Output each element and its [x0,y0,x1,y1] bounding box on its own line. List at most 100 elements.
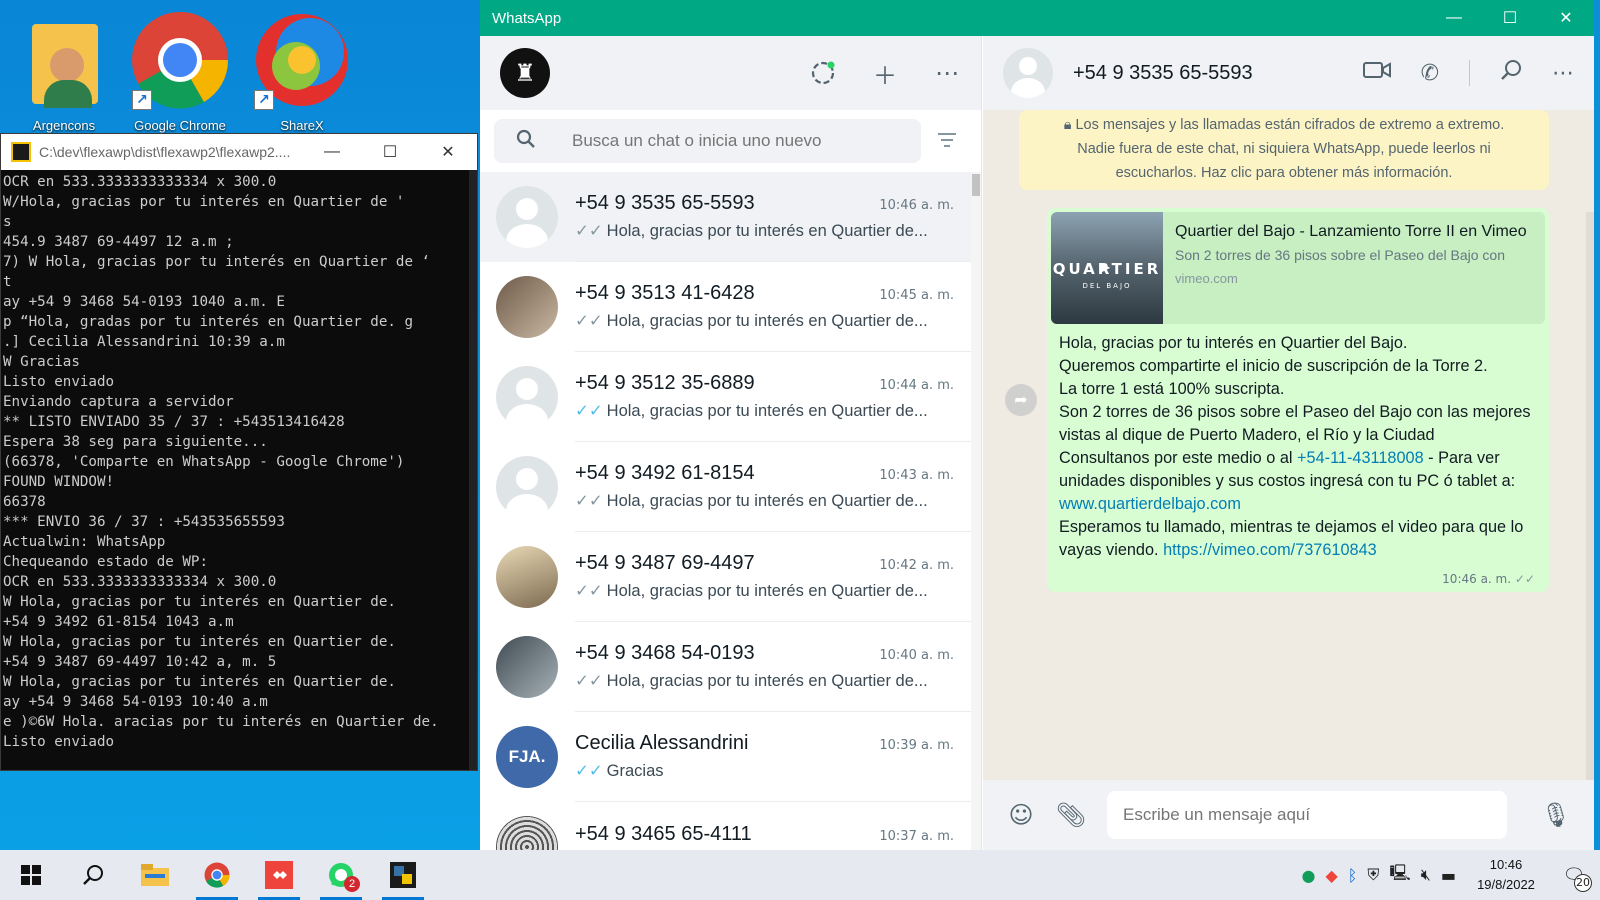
chat-preview: ✓✓ Hola, gracias por tu interés en Quarti… [575,402,928,420]
console-line: OCR en 533.3333333333334 x 300.0 [3,174,277,190]
chat-avatar[interactable] [496,366,558,428]
menu-icon[interactable]: ⋯ [933,59,961,87]
conversation-scrollbar[interactable] [1586,212,1594,822]
console-titlebar[interactable]: C:\dev\flexawp\dist\flexawp2\flexawp2...… [1,134,477,170]
python-console-icon[interactable] [372,850,434,900]
chat-list-item[interactable]: FJA. Cecilia Alessandrini 10:39 a. m. ✓✓ Gra… [480,712,972,802]
double-check-icon: ✓✓ [575,402,603,420]
start-button[interactable] [0,850,62,900]
chat-list-item[interactable]: +54 9 3512 35-6889 10:44 a. m. ✓✓ Hola, gra… [480,352,972,442]
desktop-icon-argencons[interactable]: Argencons [8,6,120,133]
phone-link[interactable]: +54-11-43118008 [1297,449,1424,467]
chat-list-pane: ♜ ＋ ⋯ +54 9 3535 65-559310:46 a. m.✓✓Ho [480,36,982,850]
minimize-button[interactable]: — [303,143,361,161]
conversation-pane: +54 9 3535 65-5593 ✆ ⋯ 🔒︎ Los mensajes y… [983,36,1594,850]
search-box[interactable] [494,119,921,163]
video-call-icon[interactable] [1362,60,1391,86]
lock-icon: 🔒︎ [1063,117,1076,133]
chrome-icon[interactable] [186,850,248,900]
outgoing-message[interactable]: QUARTIER DEL BAJO ▶ Quartier del Bajo - … [1047,208,1549,592]
anydesk-tray-icon[interactable]: ◆ [1325,866,1337,885]
new-chat-icon[interactable]: ＋ [871,59,899,90]
video-link[interactable]: https://vimeo.com/737610843 [1163,541,1377,559]
chat-list-item[interactable]: +54 9 3513 41-6428 10:45 a. m. ✓✓ Hola, gra… [480,262,972,352]
console-line: 7) W Hola, gracias por tu interés en Qua… [3,254,431,270]
maximize-button[interactable]: ☐ [1482,8,1538,28]
chat-list-item[interactable]: +54 9 3487 69-4497 10:42 a. m. ✓✓ Hola, gra… [480,532,972,622]
volume-muted-icon[interactable]: 🔇︎ [1421,865,1431,885]
link-preview[interactable]: QUARTIER DEL BAJO ▶ Quartier del Bajo - … [1051,212,1545,324]
close-button[interactable]: ✕ [1538,8,1594,28]
whatsapp-icon[interactable]: 2 [310,850,372,900]
desktop-icon-label: Google Chrome [134,118,226,133]
close-button[interactable]: ✕ [419,142,477,162]
security-icon[interactable]: ⛨ [1367,865,1379,885]
chat-avatar[interactable]: FJA. [496,726,558,788]
battery-icon[interactable]: ▬ [1441,866,1456,885]
anydesk-icon[interactable] [248,850,310,900]
contact-avatar[interactable] [1003,48,1053,98]
notification-count: 20 [1574,873,1592,892]
forward-icon[interactable]: ➦ [1005,384,1037,416]
status-icon[interactable] [809,59,837,87]
preview-description: Son 2 torres de 36 pisos sobre el Paseo … [1175,247,1505,263]
chat-list-item[interactable]: +54 9 3468 54-0193 10:40 a. m. ✓✓ Hola, gra… [480,622,972,712]
chat-avatar[interactable] [496,816,558,850]
chat-avatar[interactable] [496,456,558,518]
console-line: Actualwin: WhatsApp [3,534,166,550]
console-line: t [3,274,12,290]
file-explorer-icon[interactable] [124,850,186,900]
desktop-icon-chrome[interactable]: ↗ Google Chrome [124,6,236,133]
console-line: OCR en 533.3333333333334 x 300.0 [3,574,277,590]
desktop-icon-sharex[interactable]: ↗ ShareX [246,6,358,133]
search-icon[interactable] [1500,59,1522,87]
contact-name[interactable]: +54 9 3535 65-5593 [1073,62,1253,85]
conversation-header[interactable]: +54 9 3535 65-5593 ✆ ⋯ [983,36,1594,110]
divider [1469,60,1470,86]
network-icon[interactable]: 🖳︎ [1389,862,1410,889]
minimize-button[interactable]: — [1426,9,1482,27]
console-line: 66378 [3,494,46,510]
voice-call-icon[interactable]: ✆ [1421,61,1439,86]
console-window[interactable]: C:\dev\flexawp\dist\flexawp2\flexawp2...… [0,133,478,771]
chat-preview: ✓✓ Hola, gracias por tu interés en Quarti… [575,492,928,510]
chat-list-item[interactable]: +54 9 3492 61-8154 10:43 a. m. ✓✓ Hola, gra… [480,442,972,532]
message-input[interactable] [1107,791,1507,839]
scroll-thumb[interactable] [972,174,980,196]
filter-icon[interactable] [927,129,967,153]
chrome-tray-icon[interactable]: ● [1302,866,1316,885]
emoji-icon[interactable]: ☺ [1003,801,1039,829]
chat-list-header: ♜ ＋ ⋯ [480,36,981,110]
encryption-notice[interactable]: 🔒︎ Los mensajes y las llamadas están cif… [1019,110,1549,190]
maximize-button[interactable]: ☐ [361,142,419,162]
unread-badge: 2 [344,876,360,892]
chat-avatar[interactable] [496,186,558,248]
clock[interactable]: 10:46 19/8/2022 [1466,855,1546,895]
chat-name: +54 9 3535 65-5593 [575,192,755,214]
menu-icon[interactable]: ⋯ [1552,61,1574,86]
chat-list-scrollbar[interactable] [971,172,981,850]
double-check-icon: ✓✓ [575,312,603,330]
video-thumbnail[interactable]: QUARTIER DEL BAJO ▶ [1051,212,1163,324]
whatsapp-titlebar[interactable]: WhatsApp — ☐ ✕ [480,0,1594,36]
website-link[interactable]: www.quartierdelbajo.com [1059,495,1241,513]
search-icon[interactable] [62,850,124,900]
chat-time: 10:40 a. m. [879,648,954,663]
chat-avatar[interactable] [496,636,558,698]
double-check-icon: ✓✓ [575,492,603,510]
search-input[interactable] [572,131,892,151]
chat-avatar[interactable] [496,276,558,338]
chat-avatar[interactable] [496,546,558,608]
double-check-icon: ✓✓ [575,582,603,600]
microphone-icon[interactable]: 🎙︎ [1538,801,1574,829]
profile-avatar[interactable]: ♜ [500,48,550,98]
chat-list-item[interactable]: +54 9 3465 65-4111 10:37 a. m. [480,802,972,850]
chat-list-item[interactable]: +54 9 3535 65-5593 10:46 a. m. ✓✓ Hola, gra… [480,172,972,262]
chat-preview: ✓✓ Gracias [575,762,664,780]
double-check-icon: ✓✓ [575,762,603,780]
double-check-icon: ✓✓ [575,672,603,690]
notification-center-icon[interactable]: 🗨︎ 20 [1556,865,1592,892]
console-scrollbar[interactable] [469,170,477,770]
bluetooth-icon[interactable]: ᛒ [1348,866,1358,885]
attach-icon[interactable]: 📎︎ [1053,801,1089,829]
